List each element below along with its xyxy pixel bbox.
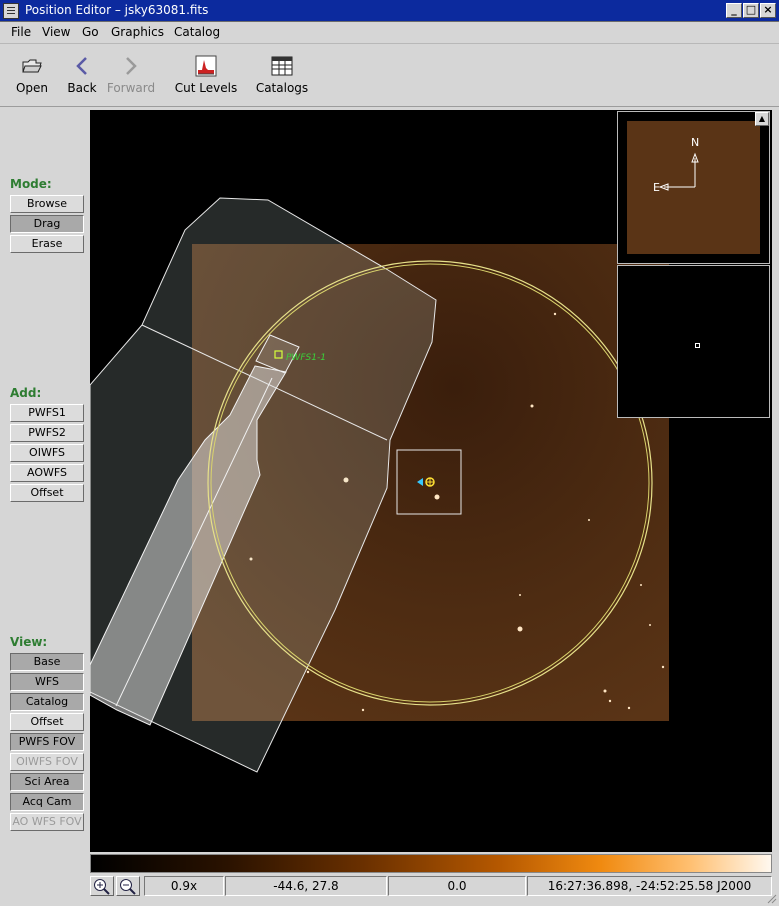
add-offset-button[interactable]: Offset xyxy=(10,484,84,502)
cut-levels-icon xyxy=(174,51,238,81)
zoom-out-icon xyxy=(120,879,136,895)
cut-levels-button[interactable]: Cut Levels xyxy=(174,51,238,95)
mode-erase-button[interactable]: Erase xyxy=(10,235,84,253)
catalogs-label: Catalogs xyxy=(255,81,309,95)
back-label: Back xyxy=(67,81,97,95)
forward-button[interactable]: Forward xyxy=(106,51,156,95)
cut-levels-label: Cut Levels xyxy=(174,81,238,95)
window-menu-icon[interactable] xyxy=(3,3,19,19)
mode-browse-button[interactable]: Browse xyxy=(10,195,84,213)
add-aowfs-button[interactable]: AOWFS xyxy=(10,464,84,482)
resize-grip-icon[interactable] xyxy=(767,894,777,904)
compass-north: N xyxy=(691,136,700,149)
toolbar: Open Back Forward Cut Levels Catalogs xyxy=(0,45,779,107)
minimize-button[interactable]: _ xyxy=(726,3,742,18)
zoom-level: 0.9x xyxy=(144,876,224,896)
menu-view[interactable]: View xyxy=(42,25,70,39)
mode-label: Mode: xyxy=(10,177,52,191)
open-label: Open xyxy=(15,81,49,95)
sidebar: Mode: Browse Drag Erase Add: PWFS1 PWFS2… xyxy=(0,108,89,906)
view-base-toggle[interactable]: Base xyxy=(10,653,84,671)
add-oiwfs-button[interactable]: OIWFS xyxy=(10,444,84,462)
view-catalog-toggle[interactable]: Catalog xyxy=(10,693,84,711)
zoom-in-button[interactable] xyxy=(90,876,114,896)
close-button[interactable]: × xyxy=(760,3,776,18)
catalogs-button[interactable]: Catalogs xyxy=(254,51,310,95)
window-title: Position Editor – jsky63081.fits xyxy=(25,3,209,17)
menu-graphics[interactable]: Graphics xyxy=(111,25,164,39)
pixel-coordinates: -44.6, 27.8 xyxy=(225,876,387,896)
view-sci-area-toggle[interactable]: Sci Area xyxy=(10,773,84,791)
magnifier-view xyxy=(617,265,770,418)
view-wfs-toggle[interactable]: WFS xyxy=(10,673,84,691)
catalogs-table-icon xyxy=(254,51,310,81)
forward-label: Forward xyxy=(106,81,156,95)
view-oiwfs-fov-toggle[interactable]: OIWFS FOV xyxy=(10,753,84,771)
menu-bar: File View Go Graphics Catalog xyxy=(0,22,779,44)
pixel-value: 0.0 xyxy=(388,876,526,896)
zoom-out-button[interactable] xyxy=(116,876,140,896)
folder-open-icon xyxy=(10,51,54,81)
compass-east: E xyxy=(653,181,660,194)
view-offset-toggle[interactable]: Offset xyxy=(10,713,84,731)
open-button[interactable]: Open xyxy=(10,51,54,95)
title-bar: Position Editor – jsky63081.fits _ □ × xyxy=(0,0,779,22)
menu-file[interactable]: File xyxy=(11,25,31,39)
mode-drag-button[interactable]: Drag xyxy=(10,215,84,233)
panner-view[interactable]: N E xyxy=(617,111,770,264)
panner-scroll-up-button[interactable]: ▲ xyxy=(755,112,769,126)
add-label: Add: xyxy=(10,386,42,400)
magnifier-cursor xyxy=(695,343,700,348)
add-pwfs2-button[interactable]: PWFS2 xyxy=(10,424,84,442)
colorbar[interactable] xyxy=(90,854,772,873)
view-label: View: xyxy=(10,635,48,649)
back-button[interactable]: Back xyxy=(64,51,100,95)
add-pwfs1-button[interactable]: PWFS1 xyxy=(10,404,84,422)
menu-catalog[interactable]: Catalog xyxy=(174,25,220,39)
back-arrow-icon xyxy=(64,51,100,81)
view-pwfs-fov-toggle[interactable]: PWFS FOV xyxy=(10,733,84,751)
probe-label: PWFS1-1 xyxy=(286,353,326,363)
view-ao-wfs-fov-toggle[interactable]: AO WFS FOV xyxy=(10,813,84,831)
status-bar: 0.9x -44.6, 27.8 0.0 16:27:36.898, -24:5… xyxy=(90,875,772,897)
view-acq-cam-toggle[interactable]: Acq Cam xyxy=(10,793,84,811)
forward-arrow-icon xyxy=(106,51,156,81)
compass-icon xyxy=(658,152,699,191)
wcs-coordinates: 16:27:36.898, -24:52:25.58 J2000 xyxy=(527,876,772,896)
zoom-in-icon xyxy=(94,879,110,895)
menu-go[interactable]: Go xyxy=(82,25,99,39)
maximize-button[interactable]: □ xyxy=(743,3,759,18)
